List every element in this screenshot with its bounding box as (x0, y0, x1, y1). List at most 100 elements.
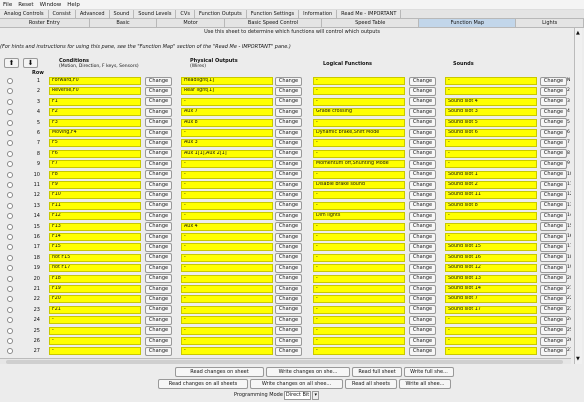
row-select-radio[interactable] (7, 296, 13, 303)
change-sound-button[interactable]: Change (540, 201, 567, 211)
change-sound-button[interactable]: Change (540, 315, 567, 325)
change-physical-output-button[interactable]: Change (275, 346, 302, 356)
row-select-radio[interactable] (7, 98, 13, 105)
change-sound-button[interactable]: Change (540, 159, 567, 169)
change-logical-function-button[interactable]: Change (409, 284, 436, 294)
change-condition-button[interactable]: Change (145, 180, 172, 190)
change-logical-function-button[interactable]: Change (409, 346, 436, 356)
horizontal-scrollbar[interactable] (0, 358, 571, 364)
row-select-radio[interactable] (7, 202, 13, 209)
change-sound-button[interactable]: Change (540, 242, 567, 252)
change-condition-button[interactable]: Change (145, 242, 172, 252)
change-sound-button[interactable]: Change (540, 180, 567, 190)
write-changes-on-sheet-button[interactable]: Write changes on she... (266, 367, 350, 377)
change-condition-button[interactable]: Change (145, 138, 172, 148)
change-condition-button[interactable]: Change (145, 346, 172, 356)
read-changes-all-sheets-button[interactable]: Read changes on all sheets (158, 379, 248, 389)
change-sound-button[interactable]: Change (540, 107, 567, 117)
read-changes-on-sheet-button[interactable]: Read changes on sheet (175, 367, 264, 377)
read-all-sheets-button[interactable]: Read all sheets (345, 379, 397, 389)
change-sound-button[interactable]: Change (540, 97, 567, 107)
change-logical-function-button[interactable]: Change (409, 107, 436, 117)
change-physical-output-button[interactable]: Change (275, 159, 302, 169)
row-select-radio[interactable] (7, 109, 13, 116)
change-logical-function-button[interactable]: Change (409, 97, 436, 107)
tab-motor[interactable]: Motor (157, 19, 225, 27)
change-condition-button[interactable]: Change (145, 76, 172, 86)
change-sound-button[interactable]: Change (540, 305, 567, 315)
row-select-radio[interactable] (7, 130, 13, 136)
menu-help[interactable]: Help (64, 2, 83, 8)
row-select-radio[interactable] (7, 182, 13, 188)
change-condition-button[interactable]: Change (145, 274, 172, 284)
change-logical-function-button[interactable]: Change (409, 211, 436, 221)
change-logical-function-button[interactable]: Change (409, 180, 436, 190)
row-select-radio[interactable] (7, 140, 13, 147)
change-logical-function-button[interactable]: Change (409, 294, 436, 304)
change-sound-button[interactable]: Change (540, 232, 567, 242)
change-logical-function-button[interactable]: Change (409, 149, 436, 159)
write-changes-all-sheets-button[interactable]: Write changes on all shee... (250, 379, 343, 389)
change-condition-button[interactable]: Change (145, 232, 172, 242)
change-physical-output-button[interactable]: Change (275, 86, 302, 96)
change-physical-output-button[interactable]: Change (275, 211, 302, 221)
change-sound-button[interactable]: Change (540, 211, 567, 221)
change-logical-function-button[interactable]: Change (409, 159, 436, 169)
menu-file[interactable]: File (0, 2, 15, 8)
row-select-radio[interactable] (7, 213, 13, 220)
change-condition-button[interactable]: Change (145, 97, 172, 107)
change-sound-button[interactable]: Change (540, 294, 567, 304)
tab-analog-controls[interactable]: Analog Controls (0, 10, 49, 18)
change-condition-button[interactable]: Change (145, 159, 172, 169)
change-condition-button[interactable]: Change (145, 294, 172, 304)
change-sound-button[interactable]: Change (540, 190, 567, 200)
row-select-radio[interactable] (7, 306, 13, 313)
row-select-radio[interactable] (7, 88, 13, 95)
change-physical-output-button[interactable]: Change (275, 336, 302, 346)
change-physical-output-button[interactable]: Change (275, 180, 302, 190)
change-sound-button[interactable]: Change (540, 76, 567, 86)
tab-function-settings[interactable]: Function Settings (246, 10, 300, 18)
row-select-radio[interactable] (7, 327, 13, 334)
change-physical-output-button[interactable]: Change (275, 138, 302, 148)
change-sound-button[interactable]: Change (540, 222, 567, 232)
tab-function-outputs[interactable]: Function Outputs (194, 10, 247, 18)
row-select-radio[interactable] (7, 119, 13, 126)
change-logical-function-button[interactable]: Change (409, 305, 436, 315)
change-logical-function-button[interactable]: Change (409, 118, 436, 128)
change-logical-function-button[interactable]: Change (409, 274, 436, 284)
change-condition-button[interactable]: Change (145, 211, 172, 221)
change-physical-output-button[interactable]: Change (275, 242, 302, 252)
change-physical-output-button[interactable]: Change (275, 170, 302, 180)
change-condition-button[interactable]: Change (145, 201, 172, 211)
change-logical-function-button[interactable]: Change (409, 222, 436, 232)
change-logical-function-button[interactable]: Change (409, 201, 436, 211)
change-condition-button[interactable]: Change (145, 305, 172, 315)
tab-sound[interactable]: Sound (109, 10, 135, 18)
change-physical-output-button[interactable]: Change (275, 315, 302, 325)
menu-reset[interactable]: Reset (15, 2, 36, 8)
tab-basic-speed-control[interactable]: Basic Speed Control (225, 19, 323, 27)
change-sound-button[interactable]: Change (540, 346, 567, 356)
change-condition-button[interactable]: Change (145, 315, 172, 325)
tab-consist[interactable]: Consist (48, 10, 76, 18)
change-logical-function-button[interactable]: Change (409, 128, 436, 138)
change-physical-output-button[interactable]: Change (275, 263, 302, 273)
write-full-sheet-button[interactable]: Write full she... (404, 367, 454, 377)
change-physical-output-button[interactable]: Change (275, 149, 302, 159)
change-logical-function-button[interactable]: Change (409, 190, 436, 200)
change-logical-function-button[interactable]: Change (409, 86, 436, 96)
change-condition-button[interactable]: Change (145, 107, 172, 117)
row-select-radio[interactable] (7, 171, 13, 178)
row-select-radio[interactable] (7, 286, 13, 292)
row-select-radio[interactable] (7, 192, 13, 199)
change-physical-output-button[interactable]: Change (275, 190, 302, 200)
change-condition-button[interactable]: Change (145, 170, 172, 180)
scroll-down-icon[interactable]: ▼ (576, 356, 580, 362)
tab-read-me[interactable]: Read Me - IMPORTANT (337, 10, 402, 18)
row-select-radio[interactable] (7, 254, 13, 261)
change-condition-button[interactable]: Change (145, 128, 172, 138)
tab-sound-levels[interactable]: Sound Levels (134, 10, 177, 18)
vertical-scrollbar[interactable]: ▲ ▼ (574, 28, 582, 364)
move-row-down-button[interactable]: ⬇ (23, 58, 38, 68)
